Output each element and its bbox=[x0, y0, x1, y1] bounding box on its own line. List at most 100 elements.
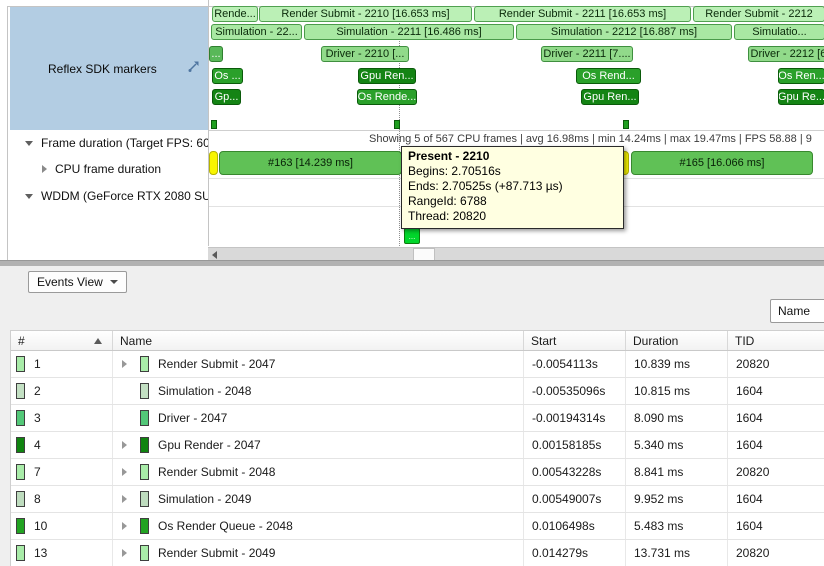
timeline-marker-bar[interactable]: Driver - 2212 [6... bbox=[748, 46, 824, 62]
event-color-swatch bbox=[140, 437, 149, 453]
column-header-label: TID bbox=[735, 334, 754, 348]
start-cell: -0.00194314s bbox=[524, 405, 626, 431]
row-number-cell: 10 bbox=[11, 513, 113, 539]
track-row-cpu-frame-duration[interactable]: CPU frame duration bbox=[10, 160, 208, 178]
tid-cell: 20820 bbox=[728, 540, 824, 566]
timeline-marker-bar[interactable]: Simulation - 2212 [16.887 ms] bbox=[516, 24, 732, 40]
table-row[interactable]: 2Simulation - 2048-0.00535096s10.815 ms1… bbox=[11, 378, 824, 405]
track-row-wddm[interactable]: WDDM (GeForce RTX 2080 SUP bbox=[10, 187, 208, 205]
present-marker-tick[interactable] bbox=[623, 120, 629, 129]
event-name: Gpu Render - 2047 bbox=[158, 438, 261, 452]
table-row[interactable]: 3Driver - 2047-0.00194314s8.090 ms1604 bbox=[11, 405, 824, 432]
event-name-cell: Simulation - 2048 bbox=[113, 378, 524, 404]
timeline-marker-bar[interactable]: Gp... bbox=[212, 89, 241, 105]
expand-arrow[interactable] bbox=[122, 360, 127, 368]
timeline-marker-bar[interactable]: Os Rend... bbox=[576, 68, 641, 84]
table-row[interactable]: 4Gpu Render - 20470.00158185s5.340 ms160… bbox=[11, 432, 824, 459]
scroll-left-arrow-icon[interactable] bbox=[212, 251, 217, 259]
column-header-label: Start bbox=[531, 334, 556, 348]
track-row-frame-duration[interactable]: Frame duration (Target FPS: 60 bbox=[10, 134, 208, 152]
row-number: 8 bbox=[34, 492, 41, 506]
timeline-marker-bar[interactable]: Driver - 2210 [... bbox=[321, 46, 409, 62]
tooltip-line: Ends: 2.70525s (+87.713 µs) bbox=[408, 179, 617, 194]
cpu-frame-bar[interactable] bbox=[209, 151, 218, 175]
pin-row-icon[interactable] bbox=[187, 60, 200, 78]
column-header-tid[interactable]: TID bbox=[728, 331, 824, 350]
track-row-label: Frame duration (Target FPS: 60 bbox=[41, 136, 208, 150]
column-header-label: # bbox=[18, 334, 25, 348]
name-filter-label: Name bbox=[778, 304, 810, 318]
timeline-marker-bar[interactable]: Render Submit - 2211 [16.653 ms] bbox=[474, 6, 691, 22]
selected-present-marker[interactable]: ... bbox=[404, 228, 420, 244]
collapse-arrow-icon[interactable] bbox=[25, 194, 33, 199]
timeline-marker-bar[interactable]: Simulation - 22... bbox=[211, 24, 302, 40]
start-cell: -0.00535096s bbox=[524, 378, 626, 404]
present-marker-tick[interactable] bbox=[211, 120, 217, 129]
start-cell: 0.0106498s bbox=[524, 513, 626, 539]
row-number-cell: 3 bbox=[11, 405, 113, 431]
row-number-cell: 4 bbox=[11, 432, 113, 458]
timeline-marker-bar[interactable]: ... bbox=[209, 46, 223, 62]
timeline-marker-bar[interactable]: Os ... bbox=[212, 68, 243, 84]
timeline-marker-bar[interactable]: Gpu Re... bbox=[778, 89, 824, 105]
cpu-frame-bar[interactable]: #165 [16.066 ms] bbox=[631, 151, 813, 175]
cpu-frame-bar[interactable]: #163 [14.239 ms] bbox=[219, 151, 402, 175]
event-name-cell: Driver - 2047 bbox=[113, 405, 524, 431]
event-name-cell: Simulation - 2049 bbox=[113, 486, 524, 512]
present-marker-tick[interactable] bbox=[394, 120, 400, 129]
expand-arrow[interactable] bbox=[122, 495, 127, 503]
timeline-marker-bar[interactable]: Gpu Ren... bbox=[358, 68, 416, 84]
timeline-tracks-area[interactable]: Showing 5 of 567 CPU frames | avg 16.98m… bbox=[208, 0, 824, 246]
view-selector-label: Events View bbox=[37, 275, 103, 289]
start-cell: 0.00549007s bbox=[524, 486, 626, 512]
expand-arrow[interactable] bbox=[122, 468, 127, 476]
event-color-swatch bbox=[16, 437, 25, 453]
column-header-label: Name bbox=[120, 334, 152, 348]
timeline-marker-bar[interactable]: Os Rende... bbox=[357, 89, 417, 105]
row-number: 7 bbox=[34, 465, 41, 479]
name-filter-box[interactable]: Name bbox=[770, 299, 824, 323]
table-row[interactable]: 1Render Submit - 2047-0.0054113s10.839 m… bbox=[11, 351, 824, 378]
event-color-swatch bbox=[16, 356, 25, 372]
event-color-swatch bbox=[16, 464, 25, 480]
expand-arrow-icon[interactable] bbox=[42, 165, 47, 173]
timeline-marker-bar[interactable]: Gpu Ren... bbox=[581, 89, 639, 105]
column-header-num[interactable]: # bbox=[11, 331, 113, 350]
expand-arrow[interactable] bbox=[122, 549, 127, 557]
timeline-marker-bar[interactable]: Rende... bbox=[212, 6, 258, 22]
column-header-duration[interactable]: Duration bbox=[626, 331, 728, 350]
event-color-swatch bbox=[16, 410, 25, 426]
event-color-swatch bbox=[140, 383, 149, 399]
horizontal-scrollbar[interactable] bbox=[208, 247, 824, 260]
start-cell: 0.00158185s bbox=[524, 432, 626, 458]
duration-cell: 5.340 ms bbox=[626, 432, 728, 458]
tooltip-title: Present - 2210 bbox=[408, 149, 617, 164]
column-header-name[interactable]: Name bbox=[113, 331, 524, 350]
duration-cell: 10.839 ms bbox=[626, 351, 728, 377]
expand-arrow[interactable] bbox=[122, 441, 127, 449]
frame-stats-text: Showing 5 of 567 CPU frames | avg 16.98m… bbox=[369, 133, 812, 145]
column-header-start[interactable]: Start bbox=[524, 331, 626, 350]
row-number: 13 bbox=[34, 546, 47, 560]
collapse-arrow-icon[interactable] bbox=[25, 141, 33, 146]
timeline-marker-bar[interactable]: Render Submit - 2210 [16.653 ms] bbox=[259, 6, 472, 22]
event-name: Simulation - 2048 bbox=[158, 384, 251, 398]
timeline-marker-bar[interactable]: Os Ren... bbox=[778, 68, 824, 84]
table-header-row: # Name Start Duration TID bbox=[11, 330, 824, 351]
row-number-cell: 8 bbox=[11, 486, 113, 512]
timeline-marker-bar[interactable]: Simulation - 2211 [16.486 ms] bbox=[304, 24, 514, 40]
table-row[interactable]: 10Os Render Queue - 20480.0106498s5.483 … bbox=[11, 513, 824, 540]
timeline-marker-bar[interactable]: Driver - 2211 [7.... bbox=[541, 46, 633, 62]
gridline bbox=[209, 130, 824, 131]
table-row[interactable]: 13Render Submit - 20490.014279s13.731 ms… bbox=[11, 540, 824, 566]
timeline-marker-bar[interactable]: Render Submit - 2212 bbox=[693, 6, 824, 22]
row-number: 10 bbox=[34, 519, 47, 533]
timeline-marker-bar[interactable]: Simulatio... bbox=[734, 24, 824, 40]
view-selector-dropdown[interactable]: Events View bbox=[28, 271, 127, 293]
expand-arrow[interactable] bbox=[122, 522, 127, 530]
event-color-swatch bbox=[16, 383, 25, 399]
table-row[interactable]: 8Simulation - 20490.00549007s9.952 ms160… bbox=[11, 486, 824, 513]
track-label-reflex-sdk-markers[interactable]: Reflex SDK markers bbox=[10, 7, 208, 130]
table-row[interactable]: 7Render Submit - 20480.00543228s8.841 ms… bbox=[11, 459, 824, 486]
tid-cell: 1604 bbox=[728, 378, 824, 404]
